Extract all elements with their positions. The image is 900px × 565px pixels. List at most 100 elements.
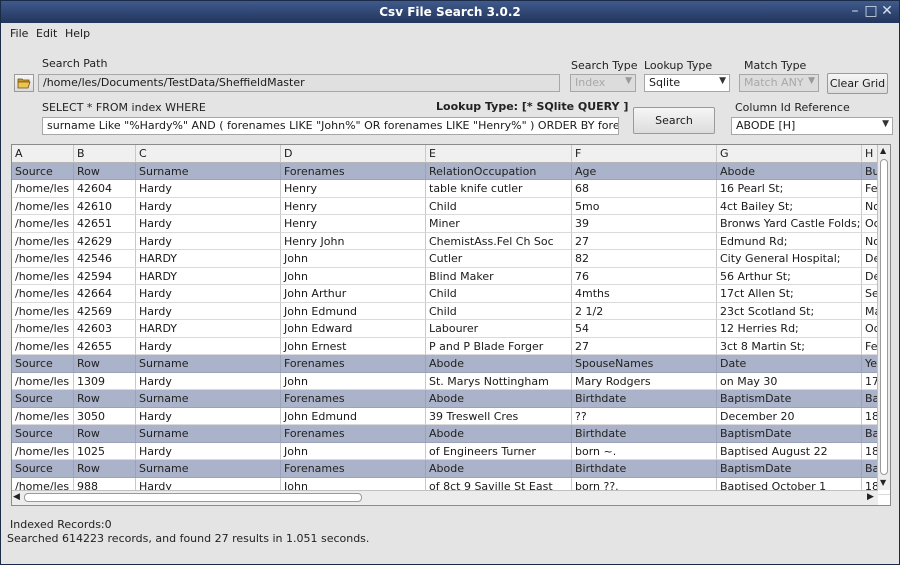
column-header[interactable]: C xyxy=(136,145,281,163)
scroll-up-icon[interactable]: ▲ xyxy=(880,146,886,155)
table-cell: /home/les xyxy=(12,337,74,355)
subheader-cell: BaptismDate xyxy=(717,425,862,443)
table-cell: 54 xyxy=(572,320,717,338)
menu-file[interactable]: File xyxy=(10,27,28,40)
horizontal-scroll-thumb[interactable] xyxy=(24,493,362,502)
table-row[interactable]: /home/les 42569 Hardy John Edmund Child 2 1/2… xyxy=(12,302,890,320)
table-row[interactable]: /home/les 42546 HARDY John Cutler 82 City Gene… xyxy=(12,250,890,268)
table-cell: P and P Blade Forger xyxy=(426,337,572,355)
table-subheader-row[interactable]: Source Row Surname Forenames Abode Birthdate B… xyxy=(12,460,890,478)
minimize-button[interactable]: – xyxy=(847,4,863,20)
close-button[interactable]: ✕ xyxy=(879,4,895,20)
menu-edit[interactable]: Edit xyxy=(36,27,57,40)
browse-folder-button[interactable] xyxy=(14,74,34,92)
scroll-down-icon[interactable]: ▼ xyxy=(880,478,886,487)
horizontal-scrollbar[interactable]: ◀ ▶ xyxy=(12,490,878,505)
vertical-scroll-thumb[interactable] xyxy=(880,159,888,475)
table-cell: 4mths xyxy=(572,285,717,303)
column-header[interactable]: G xyxy=(717,145,862,163)
column-ref-select[interactable]: ABODE [H] ▼ xyxy=(731,117,893,135)
table-cell: 42651 xyxy=(74,215,136,233)
table-row[interactable]: /home/les 42610 Hardy Henry Child 5mo 4ct Bail… xyxy=(12,197,890,215)
column-header[interactable]: E xyxy=(426,145,572,163)
subheader-cell: Source xyxy=(12,390,74,408)
subheader-cell: Surname xyxy=(136,355,281,373)
table-row[interactable]: /home/les 42594 HARDY John Blind Maker 76 56 A… xyxy=(12,267,890,285)
match-type-select[interactable]: Match ANY ▼ xyxy=(739,74,819,92)
table-cell: 82 xyxy=(572,250,717,268)
subheader-cell: Source xyxy=(12,460,74,478)
table-row[interactable]: /home/les 42664 Hardy John Arthur Child 4mths… xyxy=(12,285,890,303)
table-cell: 42664 xyxy=(74,285,136,303)
table-cell: Mary Rodgers xyxy=(572,372,717,390)
table-cell: Bronws Yard Castle Folds; xyxy=(717,215,862,233)
chevron-down-icon: ▼ xyxy=(808,76,815,86)
scroll-right-icon[interactable]: ▶ xyxy=(867,492,874,502)
table-subheader-row[interactable]: Source Row Surname Forenames Abode Birthdate B… xyxy=(12,425,890,443)
table-cell: Labourer xyxy=(426,320,572,338)
search-button[interactable]: Search xyxy=(633,107,715,134)
table-cell: John Edmund xyxy=(281,407,426,425)
table-cell: 16 Pearl St; xyxy=(717,180,862,198)
column-header[interactable]: D xyxy=(281,145,426,163)
lookup-type-select[interactable]: Sqlite ▼ xyxy=(644,74,730,92)
table-cell: HARDY xyxy=(136,320,281,338)
table-cell: 42629 xyxy=(74,232,136,250)
subheader-cell: Birthdate xyxy=(572,425,717,443)
subheader-cell: Source xyxy=(12,162,74,180)
table-subheader-row[interactable]: Source Row Surname Forenames Abode SpouseName… xyxy=(12,355,890,373)
table-row[interactable]: /home/les 42655 Hardy John Ernest P and P Bl… xyxy=(12,337,890,355)
table-cell: 23ct Scotland St; xyxy=(717,302,862,320)
column-header[interactable]: F xyxy=(572,145,717,163)
table-row[interactable]: /home/les 42604 Hardy Henry table knife cutl… xyxy=(12,180,890,198)
search-type-select[interactable]: Index ▼ xyxy=(570,74,636,92)
subheader-cell: SpouseNames xyxy=(572,355,717,373)
subheader-cell: Surname xyxy=(136,390,281,408)
subheader-cell: Abode xyxy=(717,162,862,180)
table-cell: /home/les xyxy=(12,302,74,320)
query-prefix-label: SELECT * FROM index WHERE xyxy=(42,101,206,114)
table-row[interactable]: /home/les 1025 Hardy John of Engineers Turne… xyxy=(12,442,890,460)
table-cell: John xyxy=(281,442,426,460)
vertical-scrollbar[interactable]: ▲ ▼ xyxy=(877,145,890,490)
maximize-button[interactable]: □ xyxy=(863,4,879,20)
search-path-field[interactable]: /home/les/Documents/TestData/SheffieldMa… xyxy=(38,74,560,92)
folder-open-icon xyxy=(17,78,31,89)
scroll-left-icon[interactable]: ◀ xyxy=(13,492,20,502)
table-cell: 39 xyxy=(572,215,717,233)
subheader-cell: Abode xyxy=(426,390,572,408)
table-row[interactable]: /home/les 42629 Hardy Henry John ChemistAss.… xyxy=(12,232,890,250)
subheader-cell: Age xyxy=(572,162,717,180)
subheader-cell: Abode xyxy=(426,460,572,478)
chevron-down-icon: ▼ xyxy=(625,76,632,86)
table-cell: on May 30 xyxy=(717,372,862,390)
table-cell: 76 xyxy=(572,267,717,285)
search-summary-status: Searched 614223 records, and found 27 re… xyxy=(7,532,370,545)
table-row[interactable]: /home/les 1309 Hardy John St. Marys Nottingh… xyxy=(12,372,890,390)
column-header[interactable]: B xyxy=(74,145,136,163)
query-input[interactable]: surname Like "%Hardy%" AND ( forenames L… xyxy=(42,117,619,135)
table-row[interactable]: /home/les 42603 HARDY John Edward Labourer 54… xyxy=(12,320,890,338)
table-cell: 42610 xyxy=(74,197,136,215)
table-cell: 27 xyxy=(572,232,717,250)
subheader-cell: Surname xyxy=(136,162,281,180)
table-cell: Hardy xyxy=(136,302,281,320)
column-header-row: ABCDEFGH xyxy=(12,145,890,163)
table-subheader-row[interactable]: Source Row Surname Forenames RelationOccupat… xyxy=(12,162,890,180)
results-grid[interactable]: A B C D E F G H Source Row Surname Forenames Relatio… xyxy=(11,144,891,506)
table-row[interactable]: /home/les 42651 Hardy Henry Miner 39 Bronws Ya… xyxy=(12,215,890,233)
table-cell: Edmund Rd; xyxy=(717,232,862,250)
table-cell: HARDY xyxy=(136,267,281,285)
menu-help[interactable]: Help xyxy=(65,27,90,40)
lookup-type-label: Lookup Type xyxy=(644,59,713,72)
table-cell: 42546 xyxy=(74,250,136,268)
table-cell: City General Hospital; xyxy=(717,250,862,268)
table-cell: ChemistAss.Fel Ch Soc xyxy=(426,232,572,250)
table-row[interactable]: /home/les 3050 Hardy John Edmund 39 Treswell… xyxy=(12,407,890,425)
table-subheader-row[interactable]: Source Row Surname Forenames Abode Birthdate B… xyxy=(12,390,890,408)
match-type-value: Match ANY xyxy=(744,76,804,89)
table-cell: /home/les xyxy=(12,232,74,250)
clear-grid-button[interactable]: Clear Grid xyxy=(827,73,888,94)
table-cell: 4ct Bailey St; xyxy=(717,197,862,215)
column-header[interactable]: A xyxy=(12,145,74,163)
